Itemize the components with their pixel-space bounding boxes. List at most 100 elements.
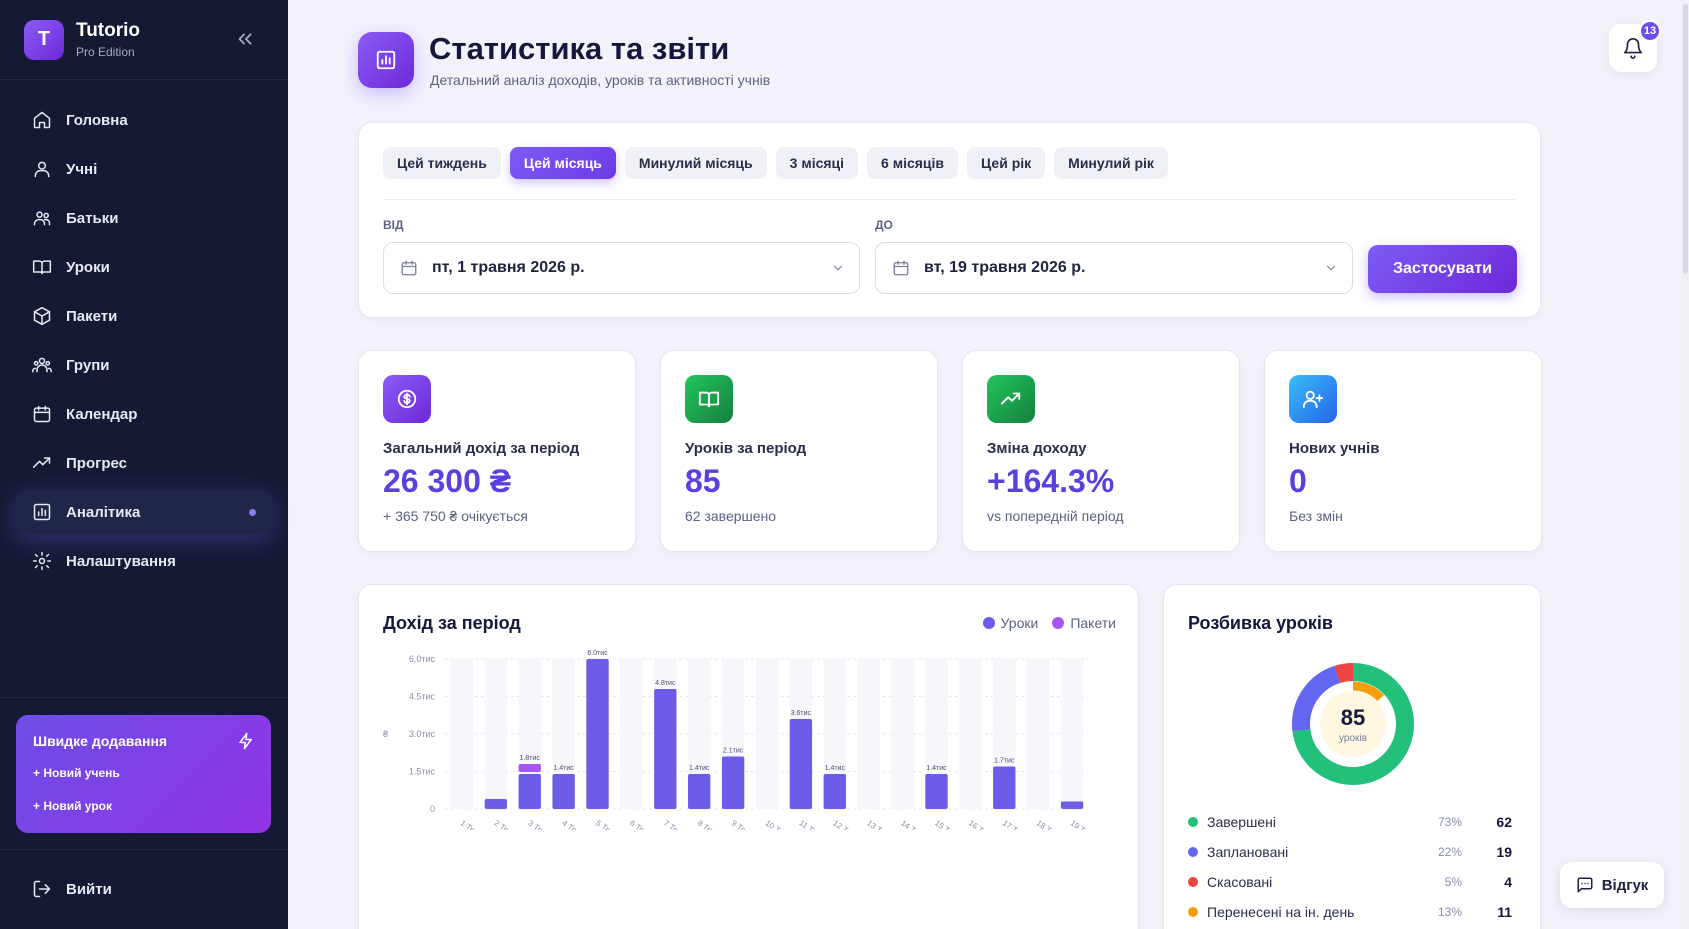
bar-data-label: 1.4тис [825, 765, 846, 772]
period-6-months[interactable]: 6 місяців [867, 147, 959, 179]
sidebar-item-progress[interactable]: Прогрес [16, 441, 272, 485]
app-name: Tutorio [76, 20, 141, 41]
book-icon [32, 260, 52, 275]
quick-add-panel: Швидке додавання + Новий учень + Новий у… [16, 715, 271, 833]
legend-lessons[interactable]: Уроки [982, 615, 1038, 631]
x-tick-label: 15 Тра [933, 818, 959, 830]
group-icon [32, 357, 52, 373]
bar-background [755, 659, 779, 809]
period-3-months[interactable]: 3 місяці [775, 147, 859, 179]
chevron-down-icon [1326, 265, 1336, 271]
users-icon [34, 161, 50, 178]
feedback-label: Відгук [1601, 876, 1649, 894]
bar-background [959, 659, 982, 809]
bar-lessons [518, 774, 541, 809]
stat-card-revenue-change: Зміна доходу +164.3% vs попередній періо… [962, 350, 1240, 552]
bar-background [450, 659, 474, 809]
divider [0, 849, 288, 850]
sidebar-item-students[interactable]: Учні [16, 147, 272, 191]
period-this-week[interactable]: Цей тиждень [383, 147, 501, 179]
x-tick-label: 9 Тра [730, 818, 752, 830]
bar-lessons [993, 766, 1016, 809]
stat-label: Уроків за період [685, 440, 807, 457]
sidebar-item-packages[interactable]: Пакети [16, 294, 272, 338]
y-tick-label: 1.5тис [409, 767, 436, 777]
logout-label: Вийти [66, 880, 112, 898]
x-tick-label: 11 Тра [798, 818, 823, 830]
y-tick-label: 0 [430, 804, 435, 814]
sidebar-item-calendar[interactable]: Календар [16, 392, 272, 436]
stat-card-revenue: Загальний дохід за період 26 300 ₴ + 365… [358, 350, 636, 552]
sidebar-item-parents[interactable]: Батьки [16, 196, 272, 240]
y-tick-label: 4.5тис [409, 692, 436, 702]
bar-lessons [552, 774, 575, 809]
sidebar-item-analytics[interactable]: Аналітика [16, 490, 272, 534]
message-icon [1577, 877, 1593, 893]
breakdown-row-cancelled: Скасовані 5% 4 [1188, 871, 1518, 893]
sidebar-item-home[interactable]: Головна [16, 98, 272, 142]
period-this-year[interactable]: Цей рік [967, 147, 1046, 179]
sidebar-item-label: Аналітика [66, 503, 141, 521]
sidebar-nav: Головна Учні Батьки Уроки Пакети Групи К… [0, 80, 288, 583]
x-tick-label: 5 Тра [594, 818, 616, 830]
chevron-down-icon [833, 265, 843, 271]
x-tick-label: 6 Тра [628, 818, 650, 830]
open-book-icon [685, 375, 733, 423]
period-last-year[interactable]: Минулий рік [1054, 147, 1168, 179]
new-lesson-link[interactable]: + Новий урок [33, 799, 254, 813]
breakdown-row-scheduled: Заплановані 22% 19 [1188, 841, 1518, 863]
x-tick-label: 16 Тра [967, 818, 993, 830]
from-date-value: пт, 1 травня 2026 р. [432, 259, 585, 276]
breakdown-row-rescheduled: Перенесені на ін. день 13% 11 [1188, 901, 1518, 923]
stat-subtext: 62 завершено [685, 508, 777, 524]
home-icon [33, 111, 51, 129]
parents-icon [33, 211, 51, 226]
bar-data-label: 1.4тис [553, 765, 574, 772]
period-last-month[interactable]: Минулий місяць [624, 147, 767, 179]
period-this-month[interactable]: Цей місяць [509, 147, 616, 179]
to-date-picker[interactable]: вт, 19 травня 2026 р. [875, 242, 1353, 294]
stat-subtext: Без змін [1289, 508, 1343, 524]
revenue-chart-card: Дохід за період Уроки Пакети 0 1.5тис 3.0т… [358, 584, 1139, 929]
donut-center: 85 уроків [1288, 659, 1418, 789]
notifications-button[interactable]: 13 [1609, 20, 1661, 72]
divider [0, 697, 288, 698]
bar-background [857, 659, 880, 809]
stat-label: Загальний дохід за період [383, 440, 580, 457]
bar-lessons [1060, 801, 1084, 809]
bar-lessons [925, 774, 948, 809]
page-title: Статистика та звіти [429, 31, 730, 66]
calendar-icon [893, 260, 909, 276]
bar-background [1060, 659, 1084, 809]
legend-packages[interactable]: Пакети [1052, 615, 1116, 631]
trend-up-icon [987, 375, 1035, 423]
from-label: ВІД [383, 218, 404, 232]
scrollbar-thumb[interactable] [1683, 4, 1688, 274]
breakdown-row-completed: Завершені 73% 62 [1188, 811, 1518, 833]
bell-icon [1623, 38, 1643, 59]
notification-badge: 13 [1639, 20, 1661, 42]
sidebar-item-lessons[interactable]: Уроки [16, 245, 272, 289]
from-date-picker[interactable]: пт, 1 травня 2026 р. [383, 242, 860, 294]
to-label: ДО [875, 218, 893, 232]
bar-lessons [586, 659, 609, 809]
x-tick-label: 12 Тра [831, 818, 857, 830]
new-student-link[interactable]: + Новий учень [33, 766, 254, 780]
divider [383, 199, 1516, 200]
bar-data-label: 1.4тис [926, 765, 947, 772]
sidebar-item-groups[interactable]: Групи [16, 343, 272, 387]
stat-subtext: vs попередній період [987, 508, 1124, 524]
donut-total: 85 [1340, 704, 1366, 730]
apply-button[interactable]: Застосувати [1368, 245, 1517, 293]
x-tick-label: 14 Тра [899, 818, 925, 830]
x-tick-label: 4 Тра [560, 818, 582, 830]
x-tick-label: 8 Тра [696, 818, 718, 830]
app-logo: T [24, 19, 64, 60]
feedback-button[interactable]: Відгук [1560, 862, 1664, 908]
sidebar-item-label: Учні [66, 160, 98, 178]
sidebar-item-label: Пакети [66, 307, 118, 325]
collapse-sidebar-icon[interactable] [234, 28, 256, 50]
analytics-header-icon [358, 32, 414, 88]
sidebar-item-settings[interactable]: Налаштування [16, 539, 272, 583]
logout-button[interactable]: Вийти [16, 865, 128, 913]
